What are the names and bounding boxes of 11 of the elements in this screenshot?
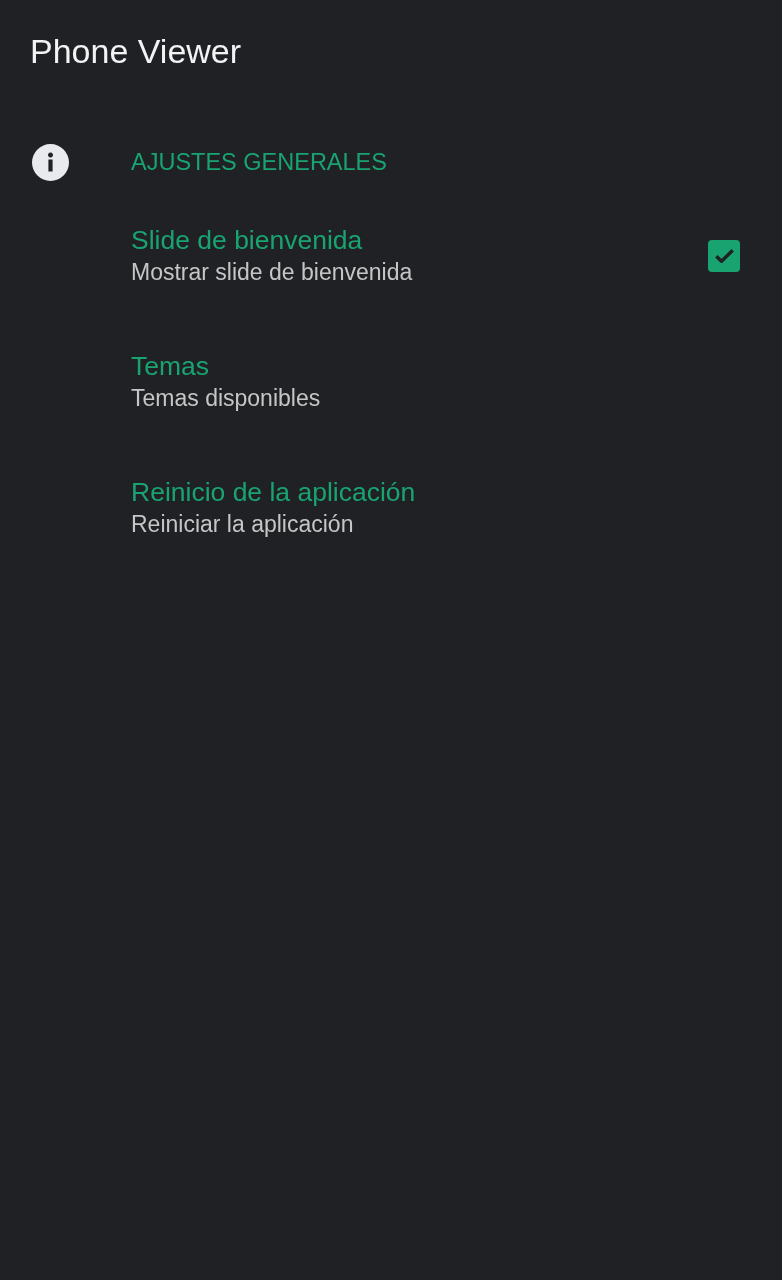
preference-summary: Reiniciar la aplicación bbox=[131, 510, 354, 539]
preference-title: Slide de bienvenida bbox=[131, 224, 363, 257]
preference-title: Reinicio de la aplicación bbox=[131, 476, 416, 509]
preference-title: Temas bbox=[131, 350, 210, 383]
section-header: AJUSTES GENERALES bbox=[131, 148, 387, 177]
checkbox[interactable] bbox=[708, 239, 740, 272]
app-title: Phone Viewer bbox=[30, 31, 242, 71]
preference-summary: Mostrar slide de bienvenida bbox=[131, 258, 413, 287]
preference-summary: Temas disponibles bbox=[131, 384, 321, 413]
checkmark-icon bbox=[714, 248, 734, 263]
info-icon bbox=[32, 143, 69, 181]
